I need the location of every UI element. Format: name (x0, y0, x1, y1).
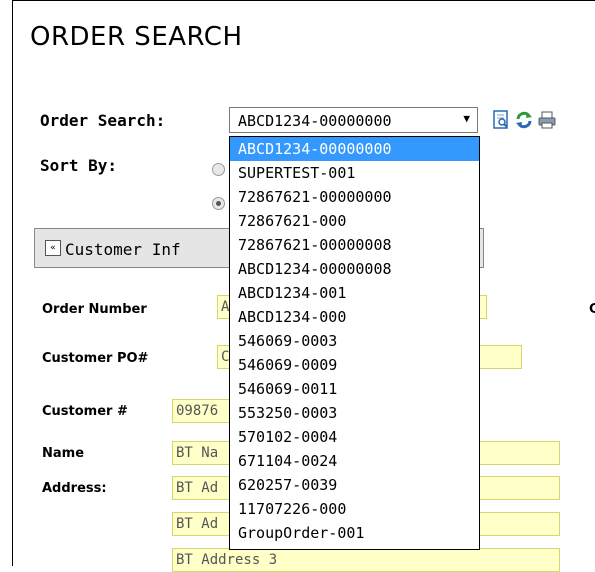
dropdown-option[interactable]: SUPERTEST-001 (230, 161, 479, 185)
order-search-selected-value: ABCD1234-00000000 (238, 112, 392, 130)
chevron-down-icon: ▼ (463, 112, 470, 125)
dropdown-option[interactable]: 570102-0004 (230, 425, 479, 449)
order-search-select[interactable]: ABCD1234-00000000 ▼ (229, 107, 478, 133)
sort-radio-2[interactable] (212, 197, 225, 210)
order-number-label: Order Number (42, 302, 147, 317)
customer-po-label: Customer PO# (42, 351, 149, 366)
customer-number-label: Customer # (42, 404, 128, 419)
dropdown-option[interactable]: ABCD1234-00000008 (230, 257, 479, 281)
dropdown-option[interactable]: 546069-0009 (230, 353, 479, 377)
collapse-chevron-icon[interactable]: « (45, 240, 61, 256)
dropdown-option[interactable]: 11707226-000 (230, 497, 479, 521)
dropdown-option[interactable]: ABCD1234-000 (230, 305, 479, 329)
right-edge-label: C (589, 302, 595, 317)
section-title: Customer Inf (65, 240, 181, 259)
address-label: Address: (42, 481, 107, 496)
page-title: ORDER SEARCH (30, 22, 243, 52)
print-icon[interactable] (537, 110, 557, 130)
dropdown-option[interactable]: 72867621-00000008 (230, 233, 479, 257)
dropdown-option[interactable]: 620257-0039 (230, 473, 479, 497)
view-document-icon[interactable] (491, 110, 511, 130)
order-search-label: Order Search: (40, 111, 166, 130)
order-search-dropdown-list[interactable]: ABCD1234-00000000 SUPERTEST-001 72867621… (229, 136, 480, 550)
dropdown-option[interactable]: GroupOrder-001 (230, 521, 479, 545)
dropdown-option[interactable]: 72867621-000 (230, 209, 479, 233)
address-line3-input[interactable]: BT Address 3 (172, 548, 560, 572)
dropdown-option[interactable]: 546069-0003 (230, 329, 479, 353)
dropdown-option[interactable]: ABCD1234-00000000 (230, 137, 479, 161)
sort-radio-1[interactable] (212, 163, 225, 176)
dropdown-option[interactable]: 671104-0024 (230, 449, 479, 473)
refresh-icon[interactable] (514, 110, 534, 130)
sort-by-label: Sort By: (40, 156, 118, 175)
name-label: Name (42, 446, 85, 461)
dropdown-option[interactable]: 546069-0011 (230, 377, 479, 401)
dropdown-option[interactable]: 72867621-00000000 (230, 185, 479, 209)
dropdown-option[interactable]: 553250-0003 (230, 401, 479, 425)
dropdown-option[interactable]: ABCD1234-001 (230, 281, 479, 305)
